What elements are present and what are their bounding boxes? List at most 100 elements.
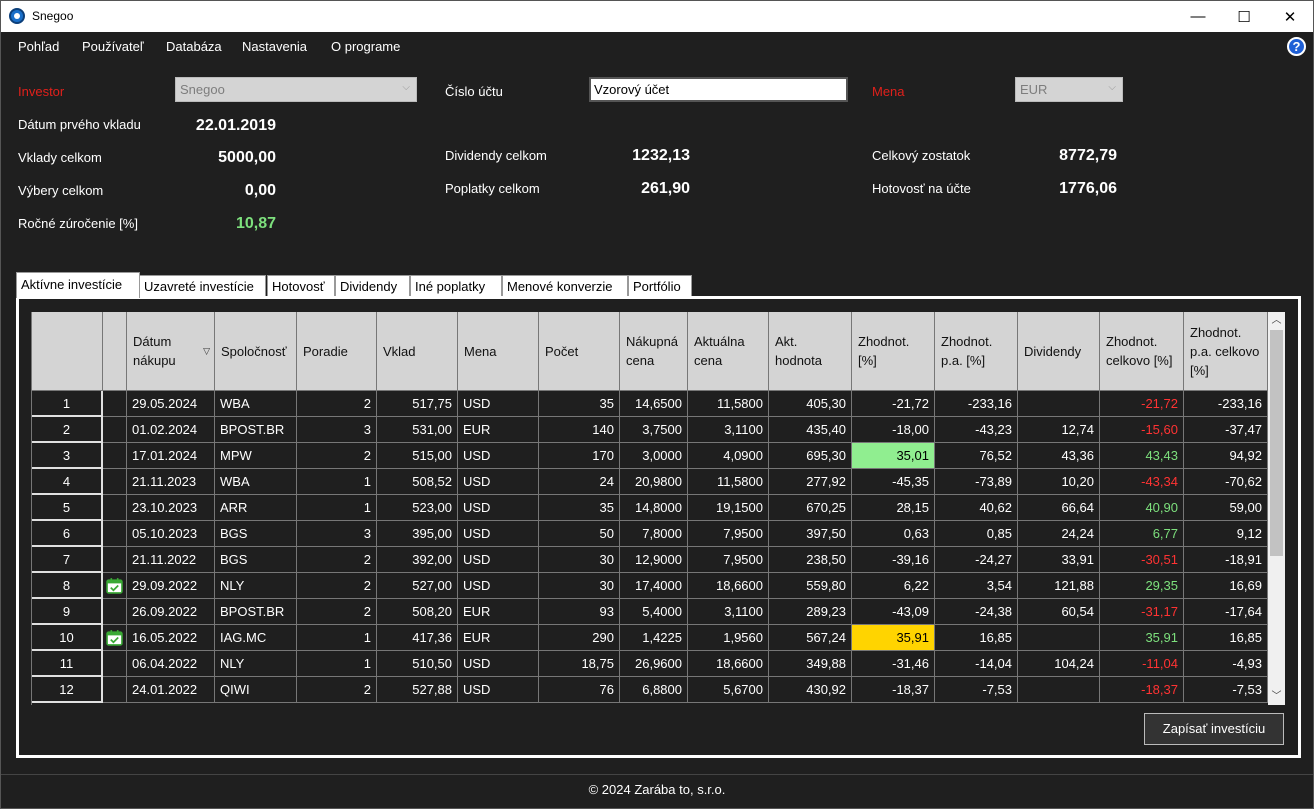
column-header[interactable]: Zhodnot. celkovo [%] (1100, 312, 1184, 391)
table-cell-deposit[interactable]: 510,50 (377, 651, 458, 677)
table-cell-ret[interactable]: 28,15 (852, 495, 935, 521)
menu-item-about[interactable]: O programe (331, 39, 400, 54)
table-cell-deposit[interactable]: 527,00 (377, 573, 458, 599)
table-cell-ret[interactable]: -43,09 (852, 599, 935, 625)
table-cell-cur-price[interactable]: 7,9500 (688, 547, 769, 573)
table-cell-cur[interactable]: USD (458, 677, 539, 703)
table-cell-div[interactable] (1018, 677, 1100, 703)
table-cell-cur[interactable]: USD (458, 495, 539, 521)
column-header[interactable]: Zhodnot. [%] (852, 312, 935, 391)
table-cell-ret-pa[interactable]: -233,16 (935, 391, 1018, 417)
table-cell-deposit[interactable]: 508,20 (377, 599, 458, 625)
table-cell-company[interactable]: ARR (215, 495, 297, 521)
menu-item-settings[interactable]: Nastavenia (242, 39, 307, 54)
table-cell-buy[interactable]: 7,8000 (620, 521, 688, 547)
table-cell-order[interactable]: 3 (297, 521, 377, 547)
table-cell-cur-price[interactable]: 11,5800 (688, 391, 769, 417)
table-cell-order[interactable]: 1 (297, 495, 377, 521)
row-number[interactable]: 5 (32, 495, 103, 521)
scrollbar-thumb[interactable] (1270, 330, 1283, 556)
table-cell-count[interactable]: 35 (539, 495, 620, 521)
table-cell-date[interactable]: 29.05.2024 (127, 391, 215, 417)
investor-select[interactable]: Snegoo ⌵ (175, 77, 417, 102)
table-cell-ret[interactable]: -18,00 (852, 417, 935, 443)
table-cell-deposit[interactable]: 523,00 (377, 495, 458, 521)
table-cell-value[interactable]: 567,24 (769, 625, 852, 651)
table-cell-count[interactable]: 170 (539, 443, 620, 469)
row-number[interactable]: 4 (32, 469, 103, 495)
table-cell-count[interactable]: 35 (539, 391, 620, 417)
table-cell-date[interactable]: 21.11.2022 (127, 547, 215, 573)
table-cell-cur[interactable]: USD (458, 521, 539, 547)
table-cell-ret[interactable]: -31,46 (852, 651, 935, 677)
table-cell-buy[interactable]: 5,4000 (620, 599, 688, 625)
table-scrollbar[interactable]: ︿ ﹀ (1268, 312, 1285, 705)
tab-other-fees[interactable]: Iné poplatky (410, 275, 502, 297)
row-number[interactable]: 3 (32, 443, 103, 469)
column-header[interactable]: Nákupná cena (620, 312, 688, 391)
table-cell-date[interactable]: 05.10.2023 (127, 521, 215, 547)
investments-table[interactable]: Dátum nákupu ▽ Spoločnosť Poradie Vklad Mena P… (31, 312, 1271, 705)
table-cell-ret-pa_total[interactable]: -233,16 (1184, 391, 1268, 417)
table-cell-deposit[interactable]: 515,00 (377, 443, 458, 469)
row-number[interactable]: 8 (32, 573, 103, 599)
table-cell-ret-pa[interactable]: -24,38 (935, 599, 1018, 625)
table-cell-ret-pa_total[interactable]: 59,00 (1184, 495, 1268, 521)
table-cell-value[interactable]: 277,92 (769, 469, 852, 495)
table-cell-order[interactable]: 2 (297, 677, 377, 703)
table-cell-ret[interactable]: -45,35 (852, 469, 935, 495)
table-cell-value[interactable]: 289,23 (769, 599, 852, 625)
table-cell-ret-pa[interactable]: 16,85 (935, 625, 1018, 651)
table-cell-count[interactable]: 76 (539, 677, 620, 703)
table-cell-cur[interactable]: USD (458, 443, 539, 469)
table-cell-count[interactable]: 30 (539, 573, 620, 599)
table-cell-company[interactable]: QIWI (215, 677, 297, 703)
table-cell-count[interactable]: 50 (539, 521, 620, 547)
table-cell-date[interactable]: 01.02.2024 (127, 417, 215, 443)
row-number[interactable]: 1 (32, 391, 103, 417)
table-cell-deposit[interactable]: 517,75 (377, 391, 458, 417)
table-cell-ret[interactable]: 0,63 (852, 521, 935, 547)
table-cell-deposit[interactable]: 417,36 (377, 625, 458, 651)
table-cell-cur[interactable]: EUR (458, 417, 539, 443)
column-header[interactable]: Počet (539, 312, 620, 391)
table-cell-value[interactable]: 238,50 (769, 547, 852, 573)
row-number[interactable]: 9 (32, 599, 103, 625)
scroll-up-icon[interactable]: ︿ (1268, 312, 1285, 329)
table-cell-company[interactable]: BGS (215, 547, 297, 573)
table-cell-buy[interactable]: 1,4225 (620, 625, 688, 651)
row-number[interactable]: 7 (32, 547, 103, 573)
column-header[interactable]: Poradie (297, 312, 377, 391)
menu-item-database[interactable]: Databáza (166, 39, 222, 54)
table-cell-ret-pa_total[interactable]: 16,69 (1184, 573, 1268, 599)
table-cell-count[interactable]: 290 (539, 625, 620, 651)
table-cell-value[interactable]: 405,30 (769, 391, 852, 417)
table-cell-ret-pa[interactable]: 40,62 (935, 495, 1018, 521)
table-cell-cur-price[interactable]: 5,6700 (688, 677, 769, 703)
column-header[interactable]: Aktuálna cena (688, 312, 769, 391)
table-cell-cur-price[interactable]: 18,6600 (688, 573, 769, 599)
table-cell-ret-pa_total[interactable]: 16,85 (1184, 625, 1268, 651)
table-cell-date[interactable]: 16.05.2022 (127, 625, 215, 651)
tab-currency-conversions[interactable]: Menové konverzie (502, 275, 628, 297)
table-cell-company[interactable]: BGS (215, 521, 297, 547)
table-cell-ret-pa_total[interactable]: 9,12 (1184, 521, 1268, 547)
tab-active-investments[interactable]: Aktívne investície (16, 272, 140, 298)
table-cell-ret[interactable]: 35,91 (852, 625, 935, 651)
table-cell-buy[interactable]: 17,4000 (620, 573, 688, 599)
table-cell-count[interactable]: 93 (539, 599, 620, 625)
table-cell-order[interactable]: 1 (297, 625, 377, 651)
table-cell-count[interactable]: 140 (539, 417, 620, 443)
table-cell-cur[interactable]: EUR (458, 625, 539, 651)
table-cell-cur[interactable]: USD (458, 547, 539, 573)
column-header[interactable]: Zhodnot. p.a. [%] (935, 312, 1018, 391)
column-header[interactable]: Mena (458, 312, 539, 391)
table-cell-company[interactable]: NLY (215, 651, 297, 677)
table-cell-cur-price[interactable]: 11,5800 (688, 469, 769, 495)
table-cell-div[interactable]: 12,74 (1018, 417, 1100, 443)
table-cell-order[interactable]: 2 (297, 573, 377, 599)
table-cell-ret-pa[interactable]: 0,85 (935, 521, 1018, 547)
table-cell-ret-pa[interactable]: -73,89 (935, 469, 1018, 495)
table-cell-ret-pa[interactable]: -43,23 (935, 417, 1018, 443)
table-cell-value[interactable]: 435,40 (769, 417, 852, 443)
